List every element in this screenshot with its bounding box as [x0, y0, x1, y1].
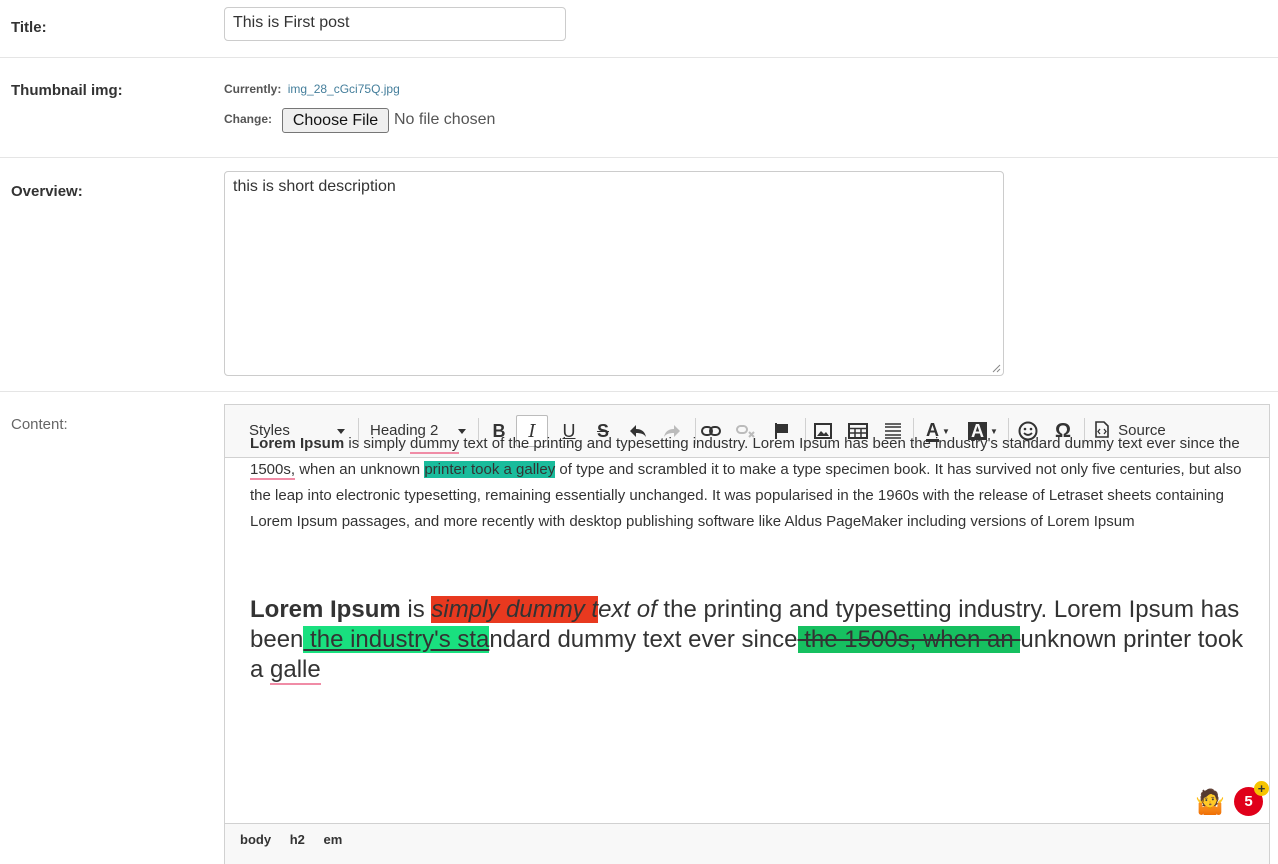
- path-item-h2[interactable]: h2: [290, 832, 305, 847]
- currently-label: Currently: img_28_cGci75Q.jpg: [224, 82, 400, 96]
- thumbnail-label: Thumbnail img:: [11, 82, 123, 99]
- rich-text-editor: Styles Heading 2 B I U S A ▼ A ▼ Ω Sourc…: [224, 404, 1270, 864]
- paragraph: Lorem Ipsum is simply dummy text of the …: [250, 435, 1242, 530]
- path-item-em[interactable]: em: [323, 832, 342, 847]
- misspelled-word: galle: [270, 656, 321, 685]
- path-item-body[interactable]: body: [240, 832, 271, 847]
- content-label: Content:: [11, 416, 68, 433]
- no-file-text: No file chosen: [394, 111, 496, 128]
- change-label: Change:: [224, 112, 272, 126]
- highlighted-text: printer took a galley: [424, 461, 556, 478]
- choose-file-button[interactable]: Choose File: [282, 108, 389, 133]
- overview-label: Overview:: [11, 183, 83, 200]
- highlighted-text: simply dummy t: [431, 596, 599, 623]
- plus-icon[interactable]: +: [1254, 781, 1269, 796]
- thumbnail-row: Thumbnail img:: [0, 58, 1278, 158]
- overview-textarea[interactable]: this is short description: [224, 171, 1004, 376]
- shrug-emoji-icon[interactable]: 🤷: [1195, 788, 1225, 817]
- title-label: Title:: [11, 19, 47, 36]
- highlighted-text: the 1500s, when an: [797, 626, 1021, 653]
- misspelled-word: dummy: [410, 435, 460, 454]
- misspelled-word: 1500s,: [250, 461, 296, 480]
- resize-handle-icon[interactable]: [992, 364, 1001, 373]
- title-row: Title: This is First post: [0, 0, 1278, 58]
- editor-content[interactable]: Lorem Ipsum is simply dummy text of the …: [250, 431, 1250, 685]
- element-path-bar: body h2 em: [225, 823, 1269, 864]
- heading-2: Lorem Ipsum is simply dummy text of the …: [250, 596, 1244, 685]
- highlighted-text: the industry's sta: [303, 626, 490, 653]
- title-input[interactable]: This is First post: [224, 7, 566, 41]
- current-file-link[interactable]: img_28_cGci75Q.jpg: [288, 82, 400, 96]
